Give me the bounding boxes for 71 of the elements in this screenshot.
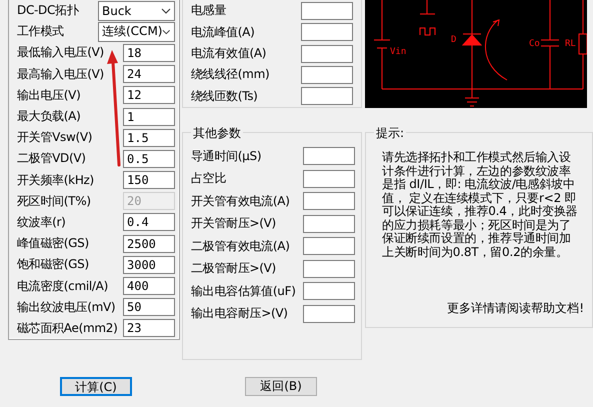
field-label: 输出电容估算值(uF) <box>191 282 297 300</box>
input-field[interactable] <box>301 87 353 106</box>
curved-arrow-icon <box>485 20 508 80</box>
input-field[interactable] <box>303 214 355 233</box>
input-field[interactable] <box>303 237 355 256</box>
field-label: 最大负载(A) <box>17 108 82 126</box>
group-title: 提示: <box>374 125 406 142</box>
field-label: 导通时间(μS) <box>191 148 262 165</box>
input-field[interactable]: 1 <box>123 108 175 126</box>
field-label: DC-DC拓扑 <box>17 2 80 20</box>
field-label: 开关管耐压>(V) <box>191 215 277 232</box>
field-label: 最低输入电压(V) <box>17 44 105 62</box>
circuit-label: Co <box>529 39 540 49</box>
input-field[interactable] <box>303 192 355 210</box>
input-field[interactable]: 3000 <box>123 256 175 274</box>
input-field[interactable] <box>301 23 353 42</box>
field-label: 电流峰值(A) <box>191 24 256 41</box>
field-label: 二极管耐压>(V) <box>191 260 277 278</box>
field-label: 输出电压(V) <box>17 86 82 104</box>
field-label: 二极管有效电流(A) <box>191 238 291 255</box>
field-label: 纹波率(r) <box>17 214 66 231</box>
field-label: 最高输入电压(V) <box>17 66 105 83</box>
chevron-down-icon <box>161 8 171 14</box>
action-button[interactable]: 返回(B) <box>245 376 317 396</box>
field-label: 磁芯面积Ae(mm2) <box>17 320 118 337</box>
input-field[interactable]: 1.5 <box>123 128 175 147</box>
input-field[interactable]: 18 <box>123 44 175 62</box>
field-label: 输出纹波电压(mV) <box>17 298 116 316</box>
field-label: 死区时间(T%) <box>17 192 92 210</box>
input-field[interactable] <box>303 147 355 166</box>
input-field[interactable]: 50 <box>123 298 175 316</box>
input-field[interactable] <box>303 260 355 278</box>
input-field[interactable] <box>303 304 355 323</box>
field-label: 电流有效值(A) <box>191 45 268 62</box>
field-label: 绕线线径(mm) <box>191 66 270 84</box>
field-label: 输出电容耐压>(V) <box>191 305 289 322</box>
input-field[interactable]: 150 <box>123 171 175 190</box>
group-title: 其他参数 <box>191 125 243 142</box>
chevron-down-icon <box>162 28 171 35</box>
input-field[interactable] <box>303 282 355 300</box>
circuit-label: RL <box>565 39 576 49</box>
input-field[interactable]: 12 <box>123 86 175 104</box>
dropdown[interactable]: Buck <box>98 0 175 21</box>
input-field[interactable] <box>301 2 353 20</box>
input-field[interactable]: 2500 <box>123 234 175 253</box>
help-hint: 更多详情请阅读帮助文档! <box>446 300 585 317</box>
dropdown[interactable]: 连续(CCM) <box>98 22 175 42</box>
field-label: 电感量 <box>191 2 228 20</box>
tip-paragraph: 请先选择拓扑和工作模式然后输入设计条件进行计算，左边的参数纹波率是指 dI/IL，即: 电流纹波/电感斜坡中值， 定义在连续模式下，只要r<2 即可以保证连续，推荐0.4，此时变换器的应力损耗等最小；死区时间是为了保证断续而设置的，推荐导通时间加上关断时间为0.8T，留0.2的余量。 <box>382 151 578 259</box>
input-field[interactable]: 24 <box>123 65 175 84</box>
input-field[interactable]: 0.5 <box>123 150 175 168</box>
field-label: 二极管VD(V) <box>17 150 87 168</box>
input-field[interactable] <box>301 44 353 63</box>
field-label: 开关管Vsw(V) <box>17 129 94 146</box>
pulse-wave-icon <box>420 28 436 36</box>
circuit-label: D <box>451 35 456 45</box>
field-label: 绕线匝数(Ts) <box>191 88 259 105</box>
input-field[interactable] <box>303 170 355 188</box>
input-field[interactable] <box>301 66 353 84</box>
field-label: 电流密度(cmil/A) <box>17 278 109 295</box>
action-button[interactable]: 计算(C) <box>60 376 132 396</box>
field-label: 占空比 <box>191 170 228 188</box>
field-label: 开关管有效电流(A) <box>191 192 291 210</box>
input-field[interactable]: 0.4 <box>123 213 175 232</box>
field-label: 开关频率(kHz) <box>17 172 95 189</box>
field-label: 饱和磁密(GS) <box>17 256 90 274</box>
circuit-label: Vin <box>390 47 406 57</box>
field-label: 峰值磁密(GS) <box>17 235 90 252</box>
input-field[interactable]: 23 <box>123 319 175 338</box>
input-field[interactable]: 400 <box>123 277 175 296</box>
field-label: 工作模式 <box>17 23 65 40</box>
